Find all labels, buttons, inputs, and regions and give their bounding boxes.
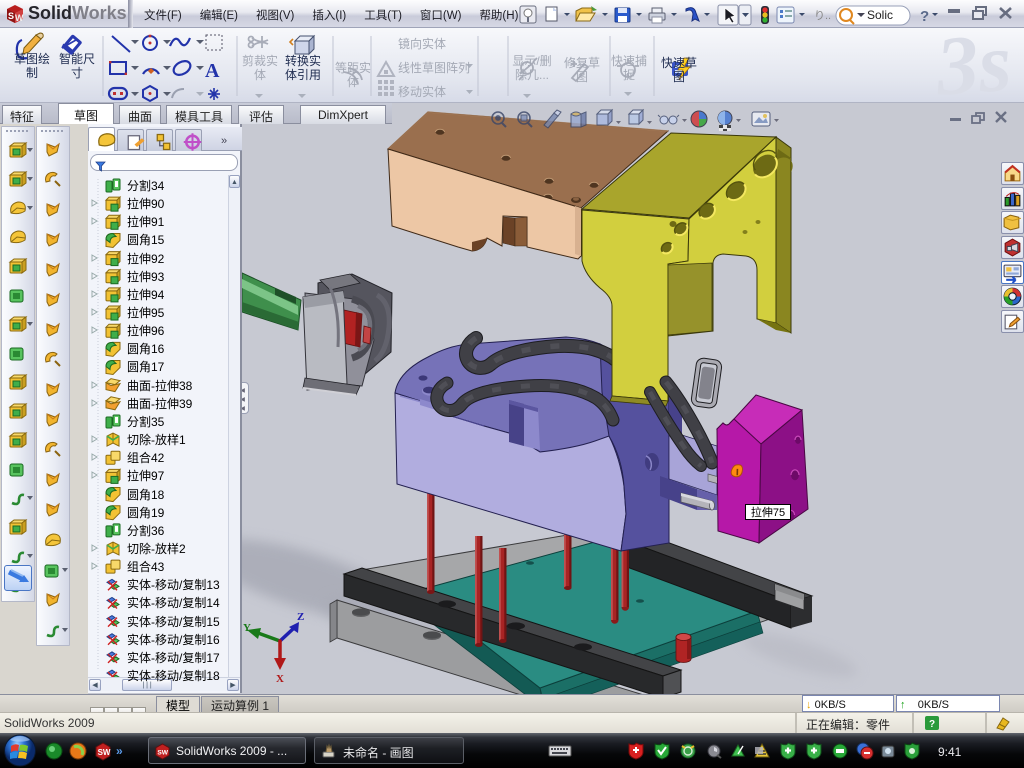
svg-text:り..: り.. — [814, 9, 831, 22]
svg-text:Solic: Solic — [867, 8, 893, 22]
svg-text:9:41: 9:41 — [938, 745, 962, 759]
svg-text:»: » — [116, 744, 123, 758]
svg-text:SW: SW — [98, 748, 111, 757]
svg-text:Z: Z — [297, 611, 304, 623]
svg-text:?: ? — [920, 8, 929, 25]
svg-text:Y: Y — [243, 622, 251, 634]
svg-text:W: W — [15, 13, 24, 23]
svg-text:A: A — [205, 60, 220, 82]
svg-text:S: S — [8, 11, 14, 21]
svg-text:X: X — [276, 673, 284, 685]
svg-text:3s: 3s — [932, 28, 1014, 103]
svg-text:SW: SW — [157, 749, 168, 756]
